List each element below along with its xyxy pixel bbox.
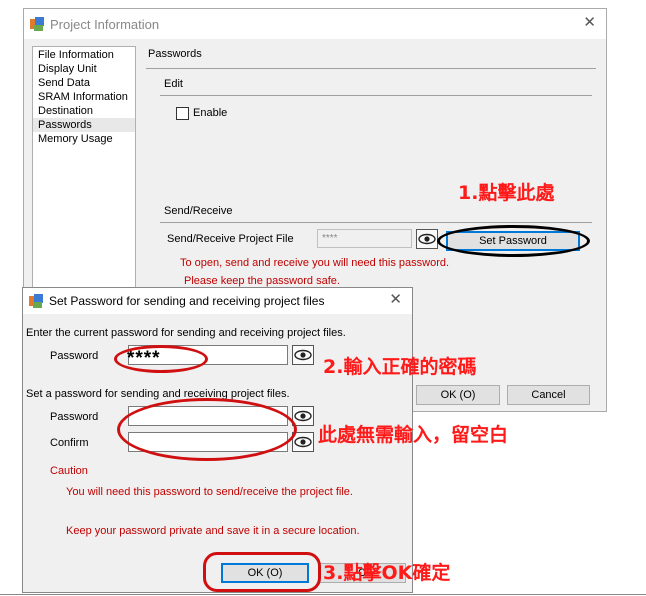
background-bottom-line (0, 594, 646, 595)
no-input-note-annotation: 此處無需輸入，留空白 (318, 424, 509, 446)
section-divider (146, 68, 596, 69)
step1-annotation: 1.點擊此處 (458, 182, 555, 204)
enable-label: Enable (193, 107, 228, 119)
edit-group-label: Edit (164, 78, 183, 90)
caution-line-1: You will need this password to send/rece… (66, 486, 353, 498)
nav-item-sram-information[interactable]: SRAM Information (33, 90, 135, 104)
step3-annotation: 3.點擊OK確定 (323, 562, 451, 584)
new-password-highlight-ring (117, 398, 297, 461)
main-titlebar: Project Information ✕ (24, 9, 606, 39)
dialog-ok-highlight-ring (203, 552, 321, 592)
project-file-password-field: **** (317, 229, 412, 248)
close-icon[interactable]: ✕ (389, 292, 402, 307)
caution-line-2: Keep your password private and save it i… (66, 525, 360, 537)
main-title: Project Information (50, 16, 160, 32)
sendreceive-divider (160, 222, 592, 223)
sendreceive-group-label: Send/Receive (164, 205, 233, 217)
eye-icon[interactable] (292, 345, 314, 365)
nav-list: File Information Display Unit Send Data … (32, 46, 136, 298)
dialog-titlebar: Set Password for sending and receiving p… (23, 288, 412, 314)
enable-checkbox[interactable] (176, 107, 189, 120)
current-password-highlight-ring (114, 345, 208, 373)
close-icon[interactable]: ✕ (583, 15, 596, 30)
project-file-label: Send/Receive Project File (167, 233, 294, 245)
main-ok-button[interactable]: OK (O) (416, 385, 500, 405)
eye-icon[interactable] (416, 229, 438, 249)
edit-divider (160, 95, 592, 96)
info-line-1: To open, send and receive you will need … (180, 257, 450, 269)
step2-annotation: 2.輸入正確的密碼 (323, 356, 477, 378)
nav-item-passwords[interactable]: Passwords (33, 118, 135, 132)
current-password-label: Password (50, 350, 99, 362)
new-password-label: Password (50, 411, 99, 423)
app-icon (30, 17, 44, 31)
nav-item-file-information[interactable]: File Information (33, 48, 135, 62)
nav-item-memory-usage[interactable]: Memory Usage (33, 132, 135, 146)
section-title: Passwords (148, 48, 202, 60)
new-password-prompt: Set a password for sending and receiving… (26, 388, 290, 400)
caution-label: Caution (50, 465, 88, 477)
set-password-highlight-ring (437, 225, 590, 257)
nav-item-destination[interactable]: Destination (33, 104, 135, 118)
nav-item-send-data[interactable]: Send Data (33, 76, 135, 90)
current-password-prompt: Enter the current password for sending a… (26, 327, 346, 339)
info-line-2: Please keep the password safe. (184, 275, 340, 287)
confirm-label: Confirm (50, 437, 89, 449)
dialog-title: Set Password for sending and receiving p… (49, 294, 325, 308)
main-cancel-button[interactable]: Cancel (507, 385, 590, 405)
app-icon (29, 294, 43, 308)
nav-item-display-unit[interactable]: Display Unit (33, 62, 135, 76)
